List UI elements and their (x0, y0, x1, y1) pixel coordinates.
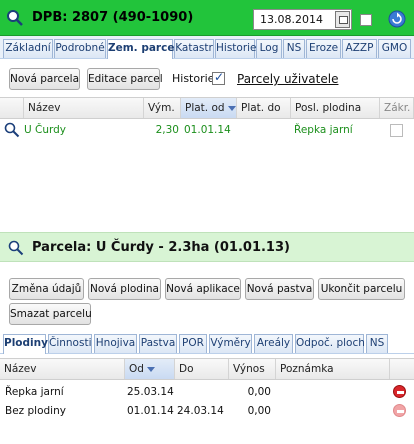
column-zakr[interactable]: Zákr. (380, 98, 414, 118)
tab-cinnosti[interactable]: Činnosti (48, 334, 92, 353)
tab-por[interactable]: POR (179, 334, 207, 353)
tab-historie[interactable]: Historie (215, 39, 257, 58)
search-icon (8, 240, 24, 256)
tab-odpoc-ploch[interactable]: Odpoč. ploch (295, 334, 365, 353)
tab-vymery[interactable]: Výměry (209, 334, 252, 353)
tab-zem-parcely[interactable]: Zem. parcely (107, 39, 185, 59)
sort-desc-icon (227, 105, 236, 111)
detail-tabs: Plodiny Činnosti Hnojiva Pastva POR Výmě… (0, 331, 414, 354)
parcel-last-crop: Řepka jarní (294, 124, 353, 136)
parcel-detail-title: Parcela: U Čurdy - 2.3ha (01.01.13) (32, 240, 290, 255)
column-icon (0, 98, 24, 118)
calendar-icon[interactable] (335, 11, 350, 28)
column-nazev[interactable]: Název (0, 359, 125, 379)
new-parcel-button[interactable]: Nová parcela (9, 68, 80, 90)
tab-ns[interactable]: NS (366, 334, 388, 353)
history-checkbox[interactable] (212, 70, 225, 85)
delete-icon-disabled (393, 404, 406, 417)
crop-to: 24.03.14 (177, 405, 224, 417)
new-application-button[interactable]: Nová aplikace (165, 278, 241, 300)
title-bar: DPB: 2807 (490-1090) 13.08.2014 (0, 0, 414, 36)
crop-yield: 0,00 (247, 405, 271, 417)
column-od[interactable]: Od (125, 359, 175, 379)
new-pasture-button[interactable]: Nová pastva (245, 278, 314, 300)
tab-zakladni[interactable]: Základní (3, 39, 53, 58)
parcels-table-header: Název Vým. Plat. od Plat. do Posl. plodi… (0, 97, 414, 119)
tab-plodiny[interactable]: Plodiny (3, 334, 48, 354)
column-nazev[interactable]: Název (24, 98, 144, 118)
tab-log[interactable]: Log (256, 39, 282, 58)
crop-from: 01.01.14 (127, 405, 174, 417)
end-parcel-button[interactable]: Ukončit parcelu (318, 278, 405, 300)
column-plat-od-label: Plat. od (185, 102, 225, 114)
crop-from: 25.03.14 (127, 386, 174, 398)
refresh-icon[interactable] (388, 10, 406, 28)
header-checkbox[interactable] (360, 14, 372, 26)
new-crop-button[interactable]: Nová plodina (88, 278, 161, 300)
tab-gmo[interactable]: GMO (378, 39, 411, 58)
tab-podrobne[interactable]: Podrobné (54, 39, 106, 58)
column-plat-od[interactable]: Plat. od (181, 98, 237, 118)
crop-name: Bez plodiny (5, 405, 66, 417)
history-label: Historie (172, 72, 215, 85)
tab-ns[interactable]: NS (283, 39, 305, 58)
crops-table-header: Název Od Do Výnos Poznámka (0, 358, 414, 380)
column-vymera[interactable]: Vým. (144, 98, 181, 118)
column-posl-plodina[interactable]: Posl. plodina (291, 98, 380, 118)
tab-hnojiva[interactable]: Hnojiva (94, 334, 137, 353)
crop-name: Řepka jarní (5, 386, 64, 398)
delete-parcel-button[interactable]: Smazat parcelu (9, 303, 92, 325)
detail-magnifier-icon[interactable] (4, 122, 20, 138)
parcel-valid-from: 01.01.14 (184, 124, 231, 136)
parcel-name[interactable]: U Čurdy (24, 124, 66, 136)
change-data-button[interactable]: Změna údajů (9, 278, 84, 300)
crop-yield: 0,00 (247, 386, 271, 398)
sort-desc-icon (146, 366, 155, 372)
column-od-label: Od (129, 363, 144, 375)
tab-azzp[interactable]: AZZP (342, 39, 377, 58)
tab-arealy[interactable]: Areály (254, 334, 293, 353)
tab-pastva[interactable]: Pastva (139, 334, 177, 353)
column-actions (390, 359, 414, 379)
edit-parcels-button[interactable]: Editace parcel (87, 68, 163, 90)
parcel-area: 2,30 (155, 124, 179, 136)
parcel-zakr-checkbox[interactable] (390, 124, 403, 137)
user-parcels-link[interactable]: Parcely uživatele (237, 72, 338, 86)
parcel-detail-header: Parcela: U Čurdy - 2.3ha (01.01.13) (0, 232, 414, 262)
page-title: DPB: 2807 (490-1090) (32, 10, 194, 25)
delete-icon[interactable] (393, 385, 406, 398)
tab-katastr[interactable]: Katastr (174, 39, 214, 58)
search-icon[interactable] (6, 9, 24, 27)
column-poznamka[interactable]: Poznámka (276, 359, 390, 379)
column-plat-do[interactable]: Plat. do (237, 98, 291, 118)
column-do[interactable]: Do (175, 359, 229, 379)
tab-eroze[interactable]: Eroze (306, 39, 341, 58)
column-vynos[interactable]: Výnos (229, 359, 276, 379)
main-tabs: Základní Podrobné Zem. parcely Katastr H… (0, 36, 414, 59)
